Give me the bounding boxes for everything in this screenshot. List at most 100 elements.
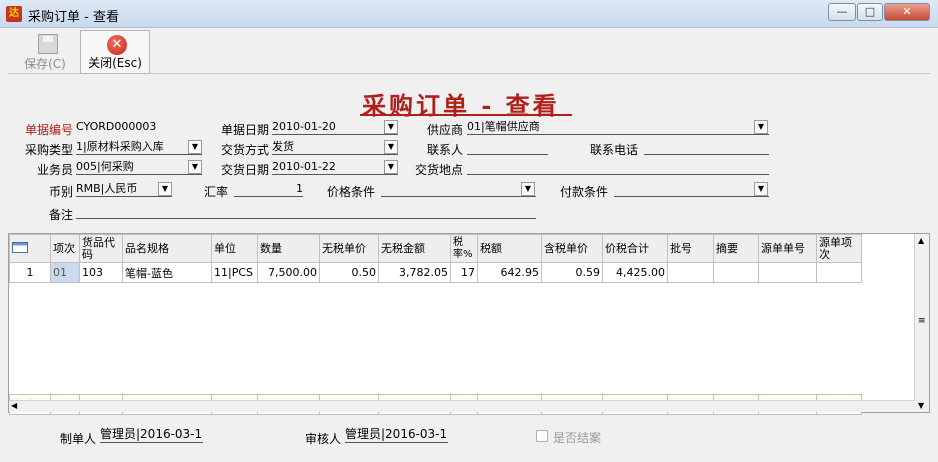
phone-field[interactable] (644, 139, 769, 155)
chevron-down-icon[interactable]: ▼ (188, 160, 202, 174)
table-cell[interactable] (667, 262, 714, 283)
col-header[interactable]: 无税金额 (378, 234, 451, 263)
col-header[interactable]: 源单项次 (816, 234, 862, 263)
chevron-down-icon[interactable]: ▼ (521, 182, 535, 196)
contact-label: 联系人 (427, 143, 464, 157)
col-header[interactable]: 源单单号 (758, 234, 817, 263)
delivery-date-label: 交货日期 (221, 163, 270, 177)
grid-corner-icon[interactable] (9, 234, 51, 263)
doc-date-label: 单据日期 (221, 123, 270, 137)
closed-label: 是否结案 (553, 431, 602, 445)
table-cell[interactable]: 11|PCS (211, 262, 258, 283)
table-cell[interactable]: 1 (9, 262, 51, 283)
rate-label: 汇率 (204, 185, 229, 199)
col-header[interactable]: 项次 (50, 234, 80, 263)
reviewer-label: 审核人 (305, 432, 342, 446)
app-icon: 达 (6, 6, 22, 22)
chevron-down-icon[interactable]: ▼ (158, 182, 172, 196)
price-terms-label: 价格条件 (327, 185, 376, 199)
table-cell[interactable]: 01 (50, 262, 80, 283)
supplier-field[interactable]: 01|笔帽供应商 (467, 119, 769, 135)
contact-field[interactable] (467, 139, 548, 155)
col-header[interactable]: 税额 (477, 234, 542, 263)
supplier-label: 供应商 (427, 123, 464, 137)
table-cell[interactable]: 0.50 (319, 262, 379, 283)
items-grid: 项次 货品代码 品名规格 单位 数量 无税单价 无税金额 税率% 税额 含税单价… (8, 233, 930, 415)
doc-no-label: 单据编号 (25, 123, 74, 137)
table-cell[interactable]: 笔帽-蓝色 (122, 262, 212, 283)
doc-no-value: CYORD000003 (76, 120, 157, 133)
delivery-method-label: 交货方式 (221, 143, 270, 157)
doc-date-field[interactable]: 2010-01-20 (272, 119, 398, 135)
chevron-down-icon[interactable]: ▼ (754, 182, 768, 196)
chevron-down-icon[interactable]: ▼ (188, 140, 202, 154)
close-button[interactable]: ✕ 关闭(Esc) (80, 30, 150, 74)
scroll-grip-icon[interactable]: ≡ (918, 316, 926, 326)
scroll-up-icon[interactable]: ▲ (918, 236, 924, 245)
table-cell[interactable] (758, 262, 817, 283)
chevron-down-icon[interactable]: ▼ (384, 160, 398, 174)
col-header[interactable]: 价税合计 (602, 234, 668, 263)
close-icon: ✕ (107, 35, 127, 55)
col-header[interactable]: 货品代码 (79, 234, 123, 263)
chevron-down-icon[interactable]: ▼ (384, 140, 398, 154)
table-cell[interactable]: 17 (450, 262, 478, 283)
col-header[interactable]: 税率% (450, 234, 478, 263)
save-button-label: 保存(C) (24, 57, 66, 71)
table-cell[interactable]: 4,425.00 (602, 262, 668, 283)
salesman-label: 业务员 (37, 163, 74, 177)
purchase-type-label: 采购类型 (25, 143, 74, 157)
table-cell[interactable] (816, 262, 862, 283)
purchase-type-field[interactable]: 1|原材料采购入库 (76, 139, 202, 155)
payment-terms-label: 付款条件 (560, 185, 609, 199)
chevron-down-icon[interactable]: ▼ (384, 120, 398, 134)
scroll-left-icon[interactable]: ◀ (11, 401, 17, 410)
maker-label: 制单人 (60, 432, 97, 446)
col-header[interactable]: 无税单价 (319, 234, 379, 263)
table-cell[interactable] (713, 262, 759, 283)
table-cell[interactable]: 3,782.05 (378, 262, 451, 283)
reviewer-value: 管理员|2016-03-15 (345, 427, 448, 443)
save-icon (38, 34, 58, 54)
close-window-button[interactable]: ✕ (884, 3, 930, 21)
grid-header-row: 项次 货品代码 品名规格 单位 数量 无税单价 无税金额 税率% 税额 含税单价… (9, 234, 862, 263)
scroll-down-icon[interactable]: ▼ (918, 401, 924, 410)
payment-terms-field[interactable] (614, 181, 769, 197)
delivery-date-field[interactable]: 2010-01-22 (272, 159, 398, 175)
form-title-underline (360, 114, 572, 116)
minimize-button[interactable]: — (828, 3, 856, 21)
table-row[interactable]: 1 01 103 笔帽-蓝色 11|PCS 7,500.00 0.50 3,78… (9, 262, 862, 283)
close-button-label: 关闭(Esc) (88, 56, 142, 70)
items-table: 项次 货品代码 品名规格 单位 数量 无税单价 无税金额 税率% 税额 含税单价… (9, 234, 862, 283)
salesman-field[interactable]: 005|何采购 (76, 159, 202, 175)
table-cell[interactable]: 103 (79, 262, 123, 283)
table-cell[interactable]: 7,500.00 (257, 262, 320, 283)
remark-field[interactable] (76, 203, 536, 219)
save-button[interactable]: 保存(C) (14, 30, 76, 74)
title-bar: 达 采购订单 - 查看 — □ ✕ (0, 0, 938, 28)
table-cell[interactable]: 642.95 (477, 262, 542, 283)
chevron-down-icon[interactable]: ▼ (754, 120, 768, 134)
col-header[interactable]: 品名规格 (122, 234, 212, 263)
col-header[interactable]: 含税单价 (541, 234, 603, 263)
maximize-button[interactable]: □ (857, 3, 883, 21)
price-terms-field[interactable] (381, 181, 536, 197)
col-header[interactable]: 数量 (257, 234, 320, 263)
remark-label: 备注 (49, 208, 74, 222)
delivery-place-field[interactable] (467, 159, 769, 175)
window-title: 采购订单 - 查看 (28, 10, 119, 25)
col-header[interactable]: 批号 (667, 234, 714, 263)
col-header[interactable]: 单位 (211, 234, 258, 263)
delivery-method-field[interactable]: 发货 (272, 139, 398, 155)
rate-field[interactable]: 1 (234, 181, 303, 197)
col-header[interactable]: 摘要 (713, 234, 759, 263)
currency-label: 币别 (49, 185, 74, 199)
table-cell[interactable]: 0.59 (541, 262, 603, 283)
closed-checkbox[interactable] (536, 430, 548, 442)
vertical-scrollbar[interactable]: ▲ ≡ ▼ (914, 234, 929, 412)
phone-label: 联系电话 (590, 143, 639, 157)
delivery-place-label: 交货地点 (415, 163, 464, 177)
horizontal-scrollbar[interactable]: ◀ (9, 400, 915, 412)
toolbar: 保存(C) ✕ 关闭(Esc) (8, 30, 930, 74)
maker-value: 管理员|2016-03-15 (100, 427, 203, 443)
